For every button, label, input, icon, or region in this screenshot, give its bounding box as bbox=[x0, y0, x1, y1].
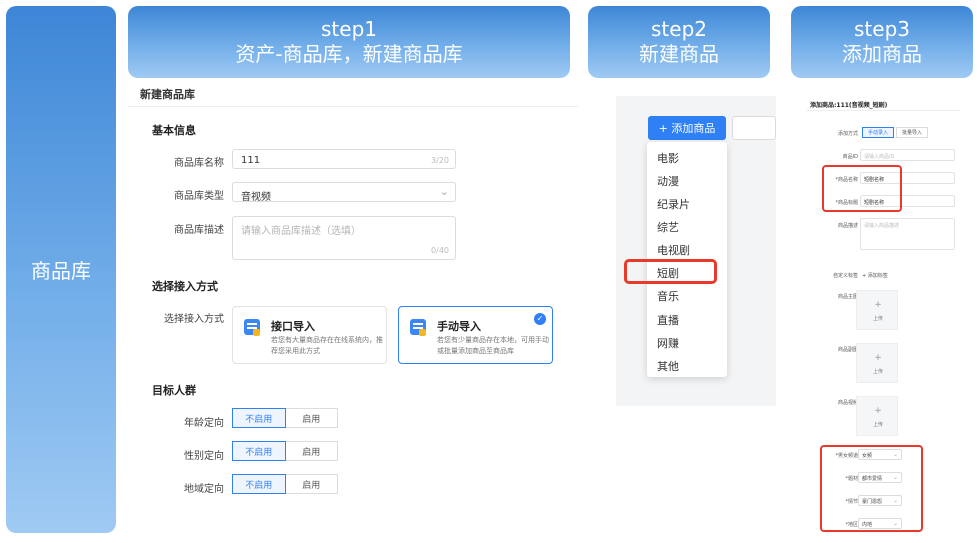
manual-import-desc: 若您有少量商品存在本地，可用手动或批量添加商品至商品库 bbox=[437, 336, 549, 355]
api-import-title: 接口导入 bbox=[271, 320, 315, 333]
new-product-panel: + 添加商品 电影 动漫 纪录片 综艺 电视剧 短剧 音乐 直播 网赚 其他 bbox=[616, 96, 776, 406]
basic-info-heading: 基本信息 bbox=[152, 124, 196, 137]
desc-placeholder: 请输入商品描述 bbox=[864, 223, 900, 229]
api-import-icon bbox=[244, 319, 260, 336]
step2-header: step2 新建商品 bbox=[588, 6, 770, 78]
divider bbox=[806, 110, 960, 111]
access-heading: 选择接入方式 bbox=[152, 280, 218, 293]
video-label: 商品视频 bbox=[837, 400, 858, 406]
sub-image-label: 商品副图 bbox=[837, 347, 858, 353]
method-label: 添加方式 bbox=[837, 131, 858, 137]
upload-label: 上传 bbox=[872, 369, 883, 375]
age-label: 年龄定向 bbox=[184, 418, 224, 429]
batch-import-button[interactable]: 批量导入 bbox=[896, 127, 928, 138]
upload-label: 上传 bbox=[872, 422, 883, 428]
library-name-input[interactable]: 111 3/20 bbox=[232, 149, 456, 169]
menu-item-documentary[interactable]: 纪录片 bbox=[657, 196, 690, 212]
main-image-upload[interactable]: + 上传 bbox=[856, 290, 898, 330]
manual-import-icon bbox=[410, 319, 426, 336]
desc-placeholder: 请输入商品库描述（选填） bbox=[241, 226, 361, 237]
type-label: 商品库类型 bbox=[174, 191, 224, 202]
step2-caption: 新建商品 bbox=[639, 42, 719, 66]
tag-label: 自定义标签 bbox=[832, 273, 858, 279]
upload-label: 上传 bbox=[872, 316, 883, 322]
sub-image-upload[interactable]: + 上传 bbox=[856, 343, 898, 383]
region-on-option[interactable]: 启用 bbox=[285, 474, 338, 494]
add-product-title: 添加商品:111(音视频_短剧) bbox=[810, 102, 888, 109]
step1-caption: 资产-商品库，新建商品库 bbox=[235, 42, 463, 66]
gender-label: 性别定向 bbox=[184, 451, 224, 462]
step3-header: step3 添加商品 bbox=[791, 6, 973, 78]
menu-item-live[interactable]: 直播 bbox=[657, 312, 679, 328]
gender-on-option[interactable]: 启用 bbox=[285, 441, 338, 461]
divider bbox=[128, 106, 578, 107]
chevron-down-icon: ⌄ bbox=[439, 185, 449, 198]
age-on-option[interactable]: 启用 bbox=[285, 408, 338, 428]
menu-item-other[interactable]: 其他 bbox=[657, 358, 679, 374]
gender-off-option[interactable]: 不启用 bbox=[232, 441, 286, 461]
name-fields-highlight bbox=[822, 165, 902, 212]
region-toggle: 不启用 启用 bbox=[232, 474, 338, 494]
age-off-option[interactable]: 不启用 bbox=[232, 408, 286, 428]
access-label: 选择接入方式 bbox=[164, 314, 224, 325]
short-drama-highlight bbox=[624, 259, 717, 284]
add-product-button[interactable]: + 添加商品 bbox=[648, 116, 726, 140]
video-upload[interactable]: + 上传 bbox=[856, 396, 898, 436]
product-desc-textarea[interactable]: 请输入商品描述 bbox=[860, 218, 955, 250]
plus-icon: + bbox=[874, 300, 882, 310]
step3-number: step3 bbox=[854, 17, 910, 41]
id-placeholder: 请输入商品ID bbox=[864, 154, 895, 160]
library-name-value: 111 bbox=[241, 155, 261, 166]
check-icon: ✓ bbox=[534, 313, 546, 325]
manual-import-title: 手动导入 bbox=[437, 320, 481, 333]
secondary-button[interactable] bbox=[732, 116, 776, 140]
api-import-card[interactable]: 接口导入 若您有大量商品存在在线系统内，推荐您采用此方式 bbox=[232, 306, 387, 364]
add-tag-link[interactable]: + 添加标签 bbox=[862, 272, 888, 279]
menu-item-movie[interactable]: 电影 bbox=[657, 150, 679, 166]
left-panel: 商品库 bbox=[6, 6, 116, 533]
plus-icon: + bbox=[874, 406, 882, 416]
plus-icon: + bbox=[874, 353, 882, 363]
desc-label: 商品描述 bbox=[837, 223, 858, 229]
region-off-option[interactable]: 不启用 bbox=[232, 474, 286, 494]
manual-import-card[interactable]: 手动导入 若您有少量商品存在本地，可用手动或批量添加商品至商品库 ✓ bbox=[398, 306, 553, 364]
desc-label: 商品库描述 bbox=[174, 225, 224, 236]
library-type-value: 音视频 bbox=[241, 192, 271, 203]
left-panel-label: 商品库 bbox=[31, 259, 91, 283]
age-toggle: 不启用 启用 bbox=[232, 408, 338, 428]
step3-caption: 添加商品 bbox=[842, 42, 922, 66]
new-library-form: 新建商品库 基本信息 商品库名称 111 3/20 商品库类型 音视频 ⌄ 商品… bbox=[128, 78, 578, 530]
menu-item-earn[interactable]: 网赚 bbox=[657, 335, 679, 351]
name-label: 商品库名称 bbox=[174, 158, 224, 169]
attributes-highlight bbox=[820, 445, 923, 532]
menu-item-variety[interactable]: 综艺 bbox=[657, 219, 679, 235]
library-desc-textarea[interactable]: 请输入商品库描述（选填） 0/40 bbox=[232, 216, 456, 260]
manual-entry-button[interactable]: 手动录入 bbox=[862, 127, 894, 138]
main-image-label: 商品主图 bbox=[837, 294, 858, 300]
product-id-input[interactable]: 请输入商品ID bbox=[860, 149, 955, 161]
menu-item-music[interactable]: 音乐 bbox=[657, 288, 679, 304]
region-label: 地域定向 bbox=[184, 484, 224, 495]
step1-header: step1 资产-商品库，新建商品库 bbox=[128, 6, 570, 78]
menu-item-anime[interactable]: 动漫 bbox=[657, 173, 679, 189]
gender-toggle: 不启用 启用 bbox=[232, 441, 338, 461]
desc-char-count: 0/40 bbox=[431, 246, 449, 255]
audience-heading: 目标人群 bbox=[152, 384, 196, 397]
menu-item-tv-series[interactable]: 电视剧 bbox=[657, 242, 690, 258]
step2-number: step2 bbox=[651, 17, 707, 41]
api-import-desc: 若您有大量商品存在在线系统内，推荐您采用此方式 bbox=[271, 336, 383, 355]
name-char-count: 3/20 bbox=[431, 156, 449, 165]
add-product-form: 添加商品:111(音视频_短剧) 添加方式 手动录入 批量导入 商品ID 请输入… bbox=[806, 92, 960, 540]
step1-number: step1 bbox=[321, 17, 377, 41]
form-title: 新建商品库 bbox=[140, 88, 195, 101]
id-label: 商品ID bbox=[842, 154, 858, 160]
library-type-select[interactable]: 音视频 ⌄ bbox=[232, 182, 456, 203]
